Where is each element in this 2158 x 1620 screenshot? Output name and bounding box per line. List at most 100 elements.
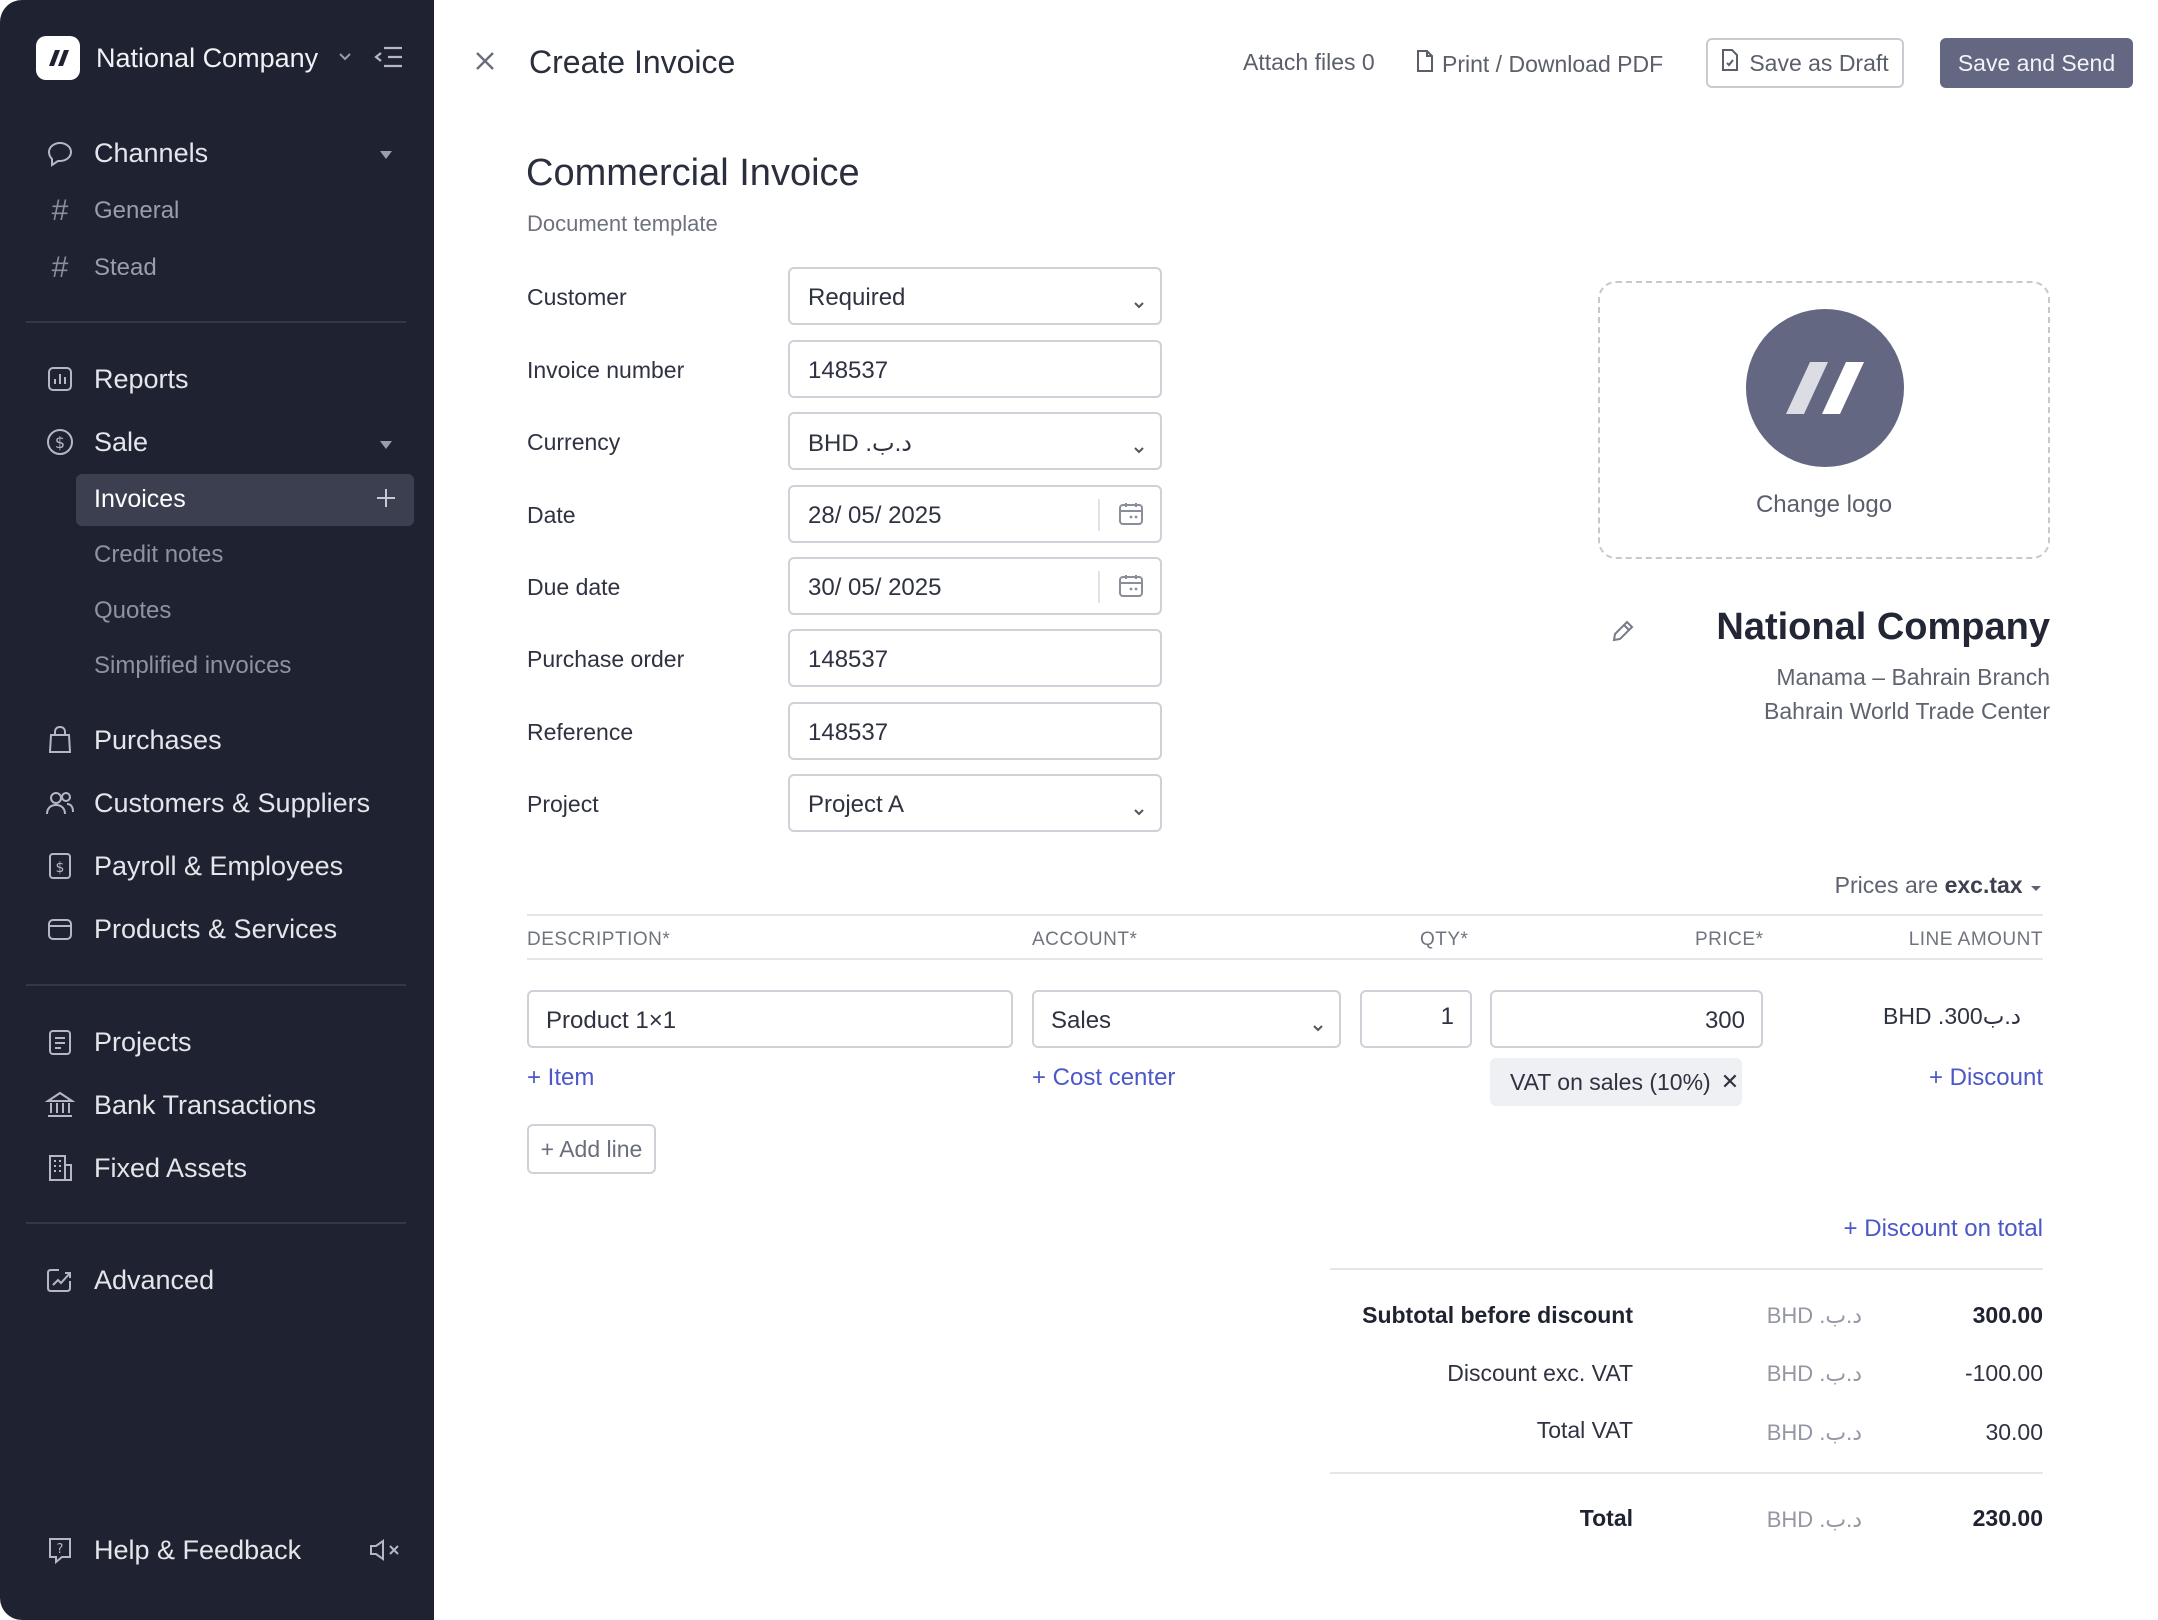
page-title: Create Invoice — [529, 44, 736, 80]
help-icon: ? — [44, 1534, 76, 1566]
project-select[interactable]: Project A — [788, 774, 1162, 832]
save-and-send-button[interactable]: Save and Send — [1940, 38, 2133, 88]
company-logo — [1746, 309, 1904, 467]
company-address-line-1: Manama – Bahrain Branch — [1776, 664, 2050, 690]
purchase-order-input[interactable]: 148537 — [788, 629, 1162, 687]
line-qty-input[interactable]: 1 — [1360, 990, 1472, 1048]
svg-text:?: ? — [57, 1542, 64, 1557]
calendar-icon[interactable] — [1118, 573, 1144, 606]
caret-down-icon[interactable] — [379, 437, 393, 455]
document-subtitle[interactable]: Document template — [527, 211, 718, 237]
plus-icon[interactable] — [374, 486, 398, 515]
due-date-input[interactable]: 30/ 05/ 2025 — [788, 557, 1162, 615]
discount-value: -100.00 — [1964, 1360, 2043, 1386]
users-icon — [44, 787, 76, 819]
line-amount: BHD .د.ب300 — [1882, 1003, 2021, 1029]
sidebar-item-invoices[interactable]: Invoices — [76, 474, 414, 526]
vat-label: Total VAT — [1536, 1417, 1633, 1443]
save-as-draft-button[interactable]: Save as Draft — [1706, 38, 1904, 88]
customer-label: Customer — [527, 284, 627, 310]
calendar-icon[interactable] — [1118, 501, 1144, 534]
document-icon — [1416, 49, 1434, 79]
chart-trend-icon — [44, 1264, 76, 1296]
invoice-number-input[interactable]: 148537 — [788, 340, 1162, 398]
prices-tax-mode-select[interactable]: Prices are exc.tax — [1835, 872, 2043, 899]
divider — [26, 321, 406, 323]
attach-files-button[interactable]: Attach files 0 — [1243, 49, 1375, 76]
projects-icon — [44, 1026, 76, 1058]
payroll-icon: $ — [44, 850, 76, 882]
sidebar-item-advanced[interactable]: Advanced — [44, 1258, 214, 1302]
discount-label: Discount exc. VAT — [1447, 1360, 1633, 1386]
box-icon — [44, 913, 76, 945]
chevron-down-icon — [1132, 289, 1146, 317]
collapse-sidebar-icon[interactable] — [374, 44, 404, 75]
customer-select[interactable]: Required — [788, 267, 1162, 325]
sidebar-item-general[interactable]: # General — [44, 189, 180, 233]
add-cost-center-link[interactable]: + Cost center — [1032, 1064, 1175, 1092]
line-description-input[interactable]: Product 1×1 — [527, 990, 1013, 1048]
add-item-link[interactable]: + Item — [527, 1064, 594, 1092]
line-account-select[interactable]: Sales — [1032, 990, 1341, 1048]
chevron-down-icon — [338, 49, 352, 67]
date-input[interactable]: 28/ 05/ 2025 — [788, 485, 1162, 543]
reference-input[interactable]: 148537 — [788, 702, 1162, 760]
sidebar-item-quotes[interactable]: Quotes — [94, 597, 171, 625]
due-date-label: Due date — [527, 574, 621, 600]
sidebar-item-help[interactable]: ? Help & Feedback — [44, 1528, 301, 1572]
logo-upload-area[interactable]: Change logo — [1598, 281, 2050, 559]
bank-icon — [44, 1089, 76, 1121]
tax-chip: VAT on sales (10%) ✕ — [1490, 1058, 1742, 1106]
print-download-button[interactable]: Print / Download PDF — [1416, 49, 1663, 79]
currency-label: Currency — [527, 429, 621, 455]
building-icon — [44, 1152, 76, 1184]
company-logo-icon — [36, 36, 80, 80]
divider — [1330, 1268, 2043, 1270]
edit-pencil-icon[interactable] — [1610, 618, 1636, 649]
chat-icon — [44, 137, 76, 169]
caret-down-icon[interactable] — [379, 147, 393, 165]
sidebar-item-credit-notes[interactable]: Credit notes — [94, 541, 223, 569]
vat-currency: BHD .د.ب — [1766, 1420, 1862, 1445]
col-header-description: DESCRIPTION* — [527, 929, 671, 950]
change-logo-label: Change logo — [1755, 491, 1893, 518]
hash-icon: # — [51, 251, 69, 284]
sidebar-item-simplified-invoices[interactable]: Simplified invoices — [94, 652, 291, 680]
company-switcher[interactable]: National Company — [36, 36, 352, 80]
sidebar-item-reports[interactable]: Reports — [44, 357, 189, 401]
add-line-button[interactable]: + Add line — [527, 1124, 656, 1174]
caret-down-icon — [2029, 872, 2043, 898]
sidebar-item-stead[interactable]: # Stead — [44, 246, 157, 290]
col-header-account: ACCOUNT* — [1032, 929, 1138, 950]
discount-on-total-link[interactable]: + Discount on total — [1844, 1215, 2043, 1243]
col-header-qty: QTY* — [1420, 929, 1469, 950]
sidebar-item-projects[interactable]: Projects — [44, 1020, 192, 1064]
discount-currency: BHD .د.ب — [1766, 1361, 1862, 1386]
dollar-circle-icon: $ — [44, 426, 76, 458]
sidebar-item-bank-transactions[interactable]: Bank Transactions — [44, 1083, 316, 1127]
currency-select[interactable]: BHD .د.ب — [788, 412, 1162, 470]
sidebar-item-channels[interactable]: Channels — [44, 131, 208, 175]
remove-tax-icon[interactable]: ✕ — [1721, 1069, 1739, 1095]
sidebar-item-payroll[interactable]: $ Payroll & Employees — [44, 844, 343, 888]
project-label: Project — [527, 791, 599, 817]
company-name: National Company — [96, 42, 319, 73]
col-header-line-amount: LINE AMOUNT — [1908, 929, 2043, 950]
svg-text:$: $ — [55, 433, 65, 452]
sidebar-item-products-services[interactable]: Products & Services — [44, 907, 337, 951]
vat-value: 30.00 — [1985, 1419, 2043, 1445]
reports-icon — [44, 363, 76, 395]
mute-speaker-icon[interactable] — [368, 1538, 404, 1567]
svg-text:$: $ — [56, 860, 65, 876]
subtotal-value: 300.00 — [1972, 1302, 2043, 1328]
sidebar-item-sale[interactable]: $ Sale — [44, 420, 148, 464]
line-price-input[interactable]: 300 — [1490, 990, 1763, 1048]
close-icon[interactable] — [474, 50, 496, 77]
hash-icon: # — [51, 194, 69, 227]
col-header-price: PRICE* — [1695, 929, 1764, 950]
add-discount-link[interactable]: + Discount — [1929, 1064, 2043, 1092]
sidebar-item-fixed-assets[interactable]: Fixed Assets — [44, 1146, 247, 1190]
sidebar-item-purchases[interactable]: Purchases — [44, 718, 222, 762]
sidebar-item-customers-suppliers[interactable]: Customers & Suppliers — [44, 781, 370, 825]
sidebar: National Company Channels # General # St… — [0, 0, 434, 1620]
